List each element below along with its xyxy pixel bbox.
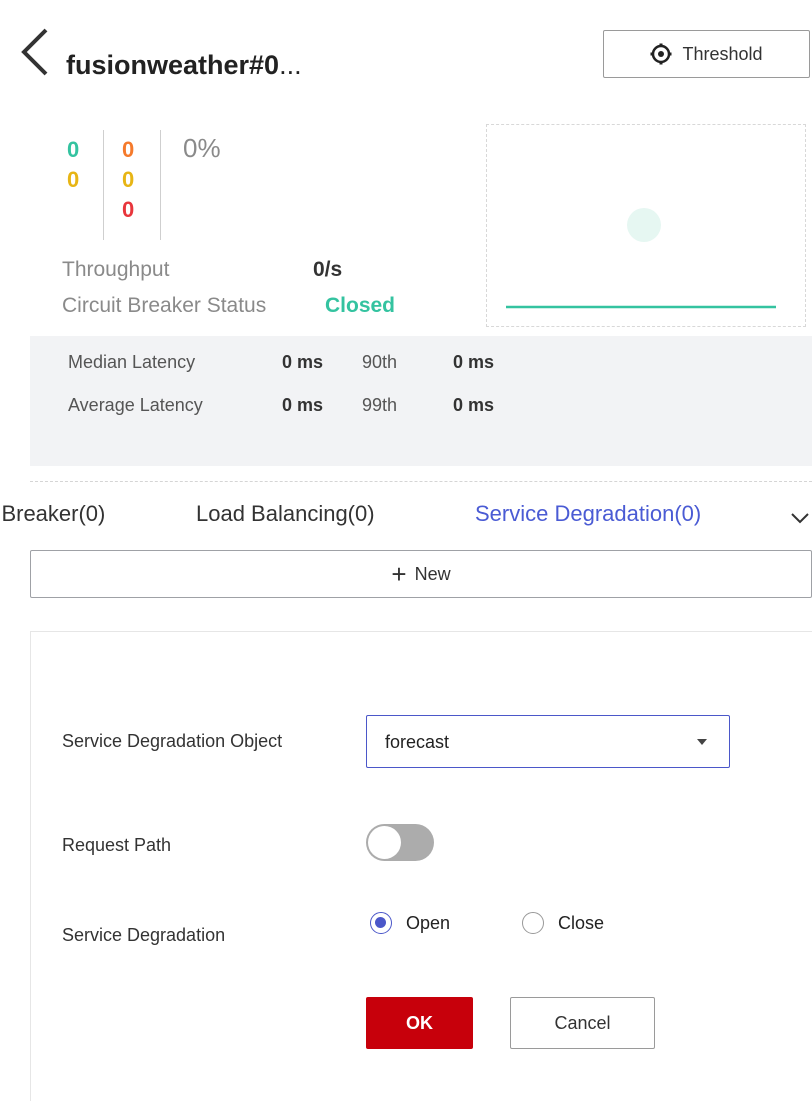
degradation-object-label: Service Degradation Object xyxy=(62,731,283,751)
radio-close-label: Close xyxy=(558,912,605,933)
ok-button[interactable]: OK xyxy=(366,997,473,1049)
divider xyxy=(103,130,104,240)
counter-normal: 0 xyxy=(67,137,80,162)
p90-value: 0 ms xyxy=(453,352,495,372)
degradation-object-select[interactable]: forecast xyxy=(366,715,730,768)
toggle-knob xyxy=(368,826,401,859)
throughput-value: 0/s xyxy=(313,258,343,281)
error-rate-percent: 0% xyxy=(183,133,221,163)
caret-down-icon xyxy=(697,739,707,745)
throughput-sparkline xyxy=(486,124,806,327)
p90-label: 90th xyxy=(362,352,398,372)
tab-bar: Circuit Breaker(0) Load Balancing(0) Ser… xyxy=(0,486,812,550)
service-degradation-label: Service Degradation xyxy=(62,925,226,945)
threshold-button[interactable]: Threshold xyxy=(603,30,810,78)
circuit-breaker-status: Closed xyxy=(325,294,396,317)
plus-icon: + xyxy=(391,559,407,589)
cancel-button[interactable]: Cancel xyxy=(510,997,655,1049)
p99-value: 0 ms xyxy=(453,395,495,415)
radio-checked-icon xyxy=(370,912,392,934)
radio-close[interactable]: Close xyxy=(522,912,604,934)
p99-label: 99th xyxy=(362,395,398,415)
request-path-label: Request Path xyxy=(62,835,172,855)
counter-warning: 0 xyxy=(67,167,80,192)
new-button[interactable]: + New xyxy=(30,550,812,598)
counter-critical: 0 xyxy=(122,197,135,222)
gear-icon xyxy=(650,43,672,65)
radio-open[interactable]: Open xyxy=(370,912,450,934)
select-value: forecast xyxy=(385,732,450,752)
throughput-label: Throughput xyxy=(62,258,170,281)
chevron-left-icon[interactable] xyxy=(16,26,52,78)
tab-service-degradation[interactable]: Service Degradation(0) xyxy=(475,501,701,527)
median-latency-label: Median Latency xyxy=(68,352,196,372)
sparkline-dot xyxy=(627,208,661,242)
counter-major: 0 xyxy=(122,167,135,192)
counter-minor: 0 xyxy=(122,137,135,162)
chevron-down-icon[interactable] xyxy=(788,506,812,530)
request-path-toggle[interactable] xyxy=(366,824,434,861)
average-latency-value: 0 ms xyxy=(282,395,324,415)
tab-circuit-breaker[interactable]: Circuit Breaker(0) xyxy=(0,501,105,527)
sparkline-chart xyxy=(506,208,776,309)
threshold-label: Threshold xyxy=(682,43,763,64)
radio-unchecked-icon xyxy=(522,912,544,934)
latency-panel: Median Latency 0 ms 90th 0 ms Average La… xyxy=(30,336,812,466)
tab-load-balancing[interactable]: Load Balancing(0) xyxy=(196,501,375,527)
median-latency-value: 0 ms xyxy=(282,352,324,372)
new-button-label: New xyxy=(414,563,451,584)
circuit-breaker-label: Circuit Breaker Status xyxy=(62,294,267,317)
page-title: fusionweather#0... xyxy=(66,50,302,80)
radio-open-label: Open xyxy=(406,912,451,933)
divider xyxy=(160,130,161,240)
average-latency-label: Average Latency xyxy=(68,395,203,415)
divider xyxy=(30,481,812,482)
